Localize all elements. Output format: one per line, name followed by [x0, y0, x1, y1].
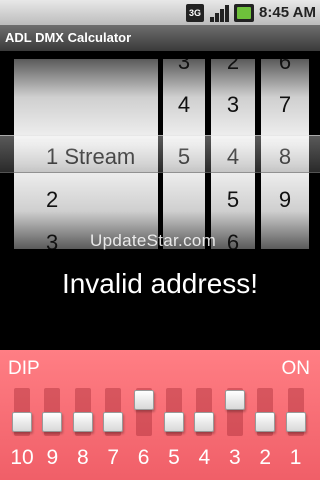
address-picker: 1 Stream 2 3 3 4 5 2 3 4 5 6 6 7 8 9 Upd…	[0, 51, 320, 256]
tens-wheel[interactable]: 2 3 4 5 6	[211, 59, 255, 249]
dip-switch-knob[interactable]	[12, 412, 32, 432]
on-label: ON	[281, 358, 311, 379]
dip-switch-9[interactable]	[42, 388, 63, 436]
dip-switch-knob[interactable]	[72, 412, 93, 432]
app-title: ADL DMX Calculator	[0, 25, 320, 51]
wheel-item	[14, 59, 158, 83]
dip-switch-4[interactable]	[194, 388, 215, 436]
dip-switch-knob[interactable]	[103, 412, 124, 432]
status-message: Invalid address!	[61, 268, 259, 299]
wheel-item: 6	[278, 59, 292, 74]
dip-switch-knob[interactable]	[194, 412, 215, 432]
watermark-text: UpdateStar.com	[90, 231, 217, 250]
clock: 8:45 AM	[259, 4, 316, 21]
dip-switch-number: 5	[168, 446, 180, 469]
dip-switch-knob[interactable]	[133, 390, 154, 410]
network-3g-icon: 3G	[186, 3, 205, 22]
dip-switch-number: 4	[198, 446, 211, 469]
hundreds-wheel[interactable]: 3 4 5	[163, 59, 205, 249]
dip-switch-7[interactable]	[103, 388, 124, 436]
wheel-item: 5	[226, 186, 240, 212]
wheel-item: 1 Stream	[46, 143, 136, 169]
dip-switch-2[interactable]	[255, 388, 276, 436]
status-bar: 3G 8:45 AM	[0, 0, 320, 25]
wheel-item: 9	[278, 186, 292, 212]
wheel-item: 4	[177, 91, 191, 117]
signal-strength-icon	[209, 4, 229, 22]
wheel-item: 7	[278, 91, 292, 117]
wheel-item: 2	[226, 59, 240, 74]
wheel-item	[14, 83, 158, 126]
dip-switch-knob[interactable]	[285, 412, 306, 432]
wheel-item: 8	[278, 143, 292, 169]
dip-switch-10[interactable]	[12, 388, 32, 436]
dip-switch-6[interactable]	[133, 388, 154, 436]
dip-switch-knob[interactable]	[42, 412, 63, 432]
dip-switch-number: 9	[46, 446, 59, 469]
dip-switch-number: 7	[107, 446, 120, 469]
wheel-item: 4	[226, 143, 240, 169]
dip-switch-panel: DIP ON 10 9 8 7 6 5 4 3 2 1	[0, 350, 320, 480]
wheel-item	[163, 178, 205, 221]
dip-switch-number: 2	[259, 446, 272, 469]
dip-switch-number: 6	[137, 446, 150, 469]
stream-wheel[interactable]: 1 Stream 2 3	[14, 59, 158, 249]
dip-switch-number: 3	[228, 446, 241, 469]
dip-switch-knob[interactable]	[164, 412, 184, 432]
wheel-item: 5	[177, 143, 191, 169]
dip-switch-1[interactable]	[285, 388, 306, 436]
dip-label: DIP	[8, 358, 40, 379]
battery-icon	[234, 3, 255, 22]
dip-switch-5[interactable]	[164, 388, 184, 436]
wheel-item: 3	[177, 59, 191, 74]
dip-switch-3[interactable]	[224, 388, 245, 436]
wheel-item: 6	[226, 229, 240, 250]
dip-switch-number: 1	[289, 446, 302, 469]
dip-switch-knob[interactable]	[255, 412, 276, 432]
dip-switch-number: 10	[10, 446, 34, 469]
units-wheel[interactable]: 6 7 8 9	[261, 59, 309, 249]
dip-switch-knob[interactable]	[224, 390, 245, 410]
wheel-item	[261, 221, 309, 249]
dip-switch-8[interactable]	[72, 388, 93, 436]
dip-switch-number: 8	[76, 446, 89, 469]
wheel-item: 3	[226, 91, 240, 117]
wheel-item: 2	[46, 186, 59, 212]
